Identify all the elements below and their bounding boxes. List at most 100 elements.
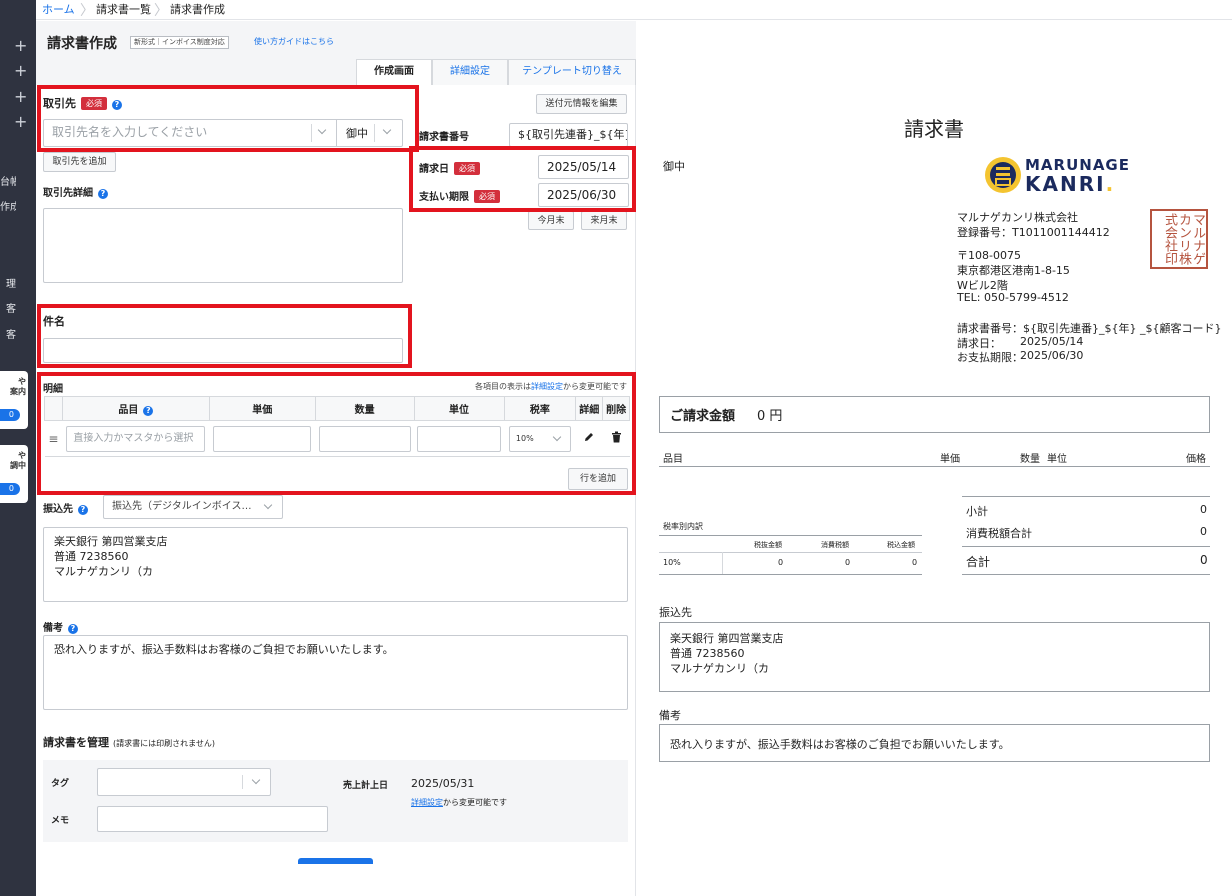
plus-icon[interactable]: + xyxy=(14,89,27,105)
sidebar-card[interactable]: や 調中 0 xyxy=(0,445,28,503)
sidebar-item-client[interactable]: 客 xyxy=(0,300,16,315)
sidebar-card-badge: 0 xyxy=(0,409,20,421)
help-icon[interactable]: ? xyxy=(112,100,122,110)
manage-label: 請求書を管理 (請求書には印刷されません) xyxy=(43,736,216,749)
guide-link[interactable]: 使い方ガイドはこちら xyxy=(254,36,334,47)
pencil-icon[interactable] xyxy=(575,420,603,457)
registration-number: 登録番号：T1011001144412 xyxy=(957,226,1110,239)
column-header-price: 単価 xyxy=(208,396,316,421)
preview-bank-box: 楽天銀行 第四営業支店 普通 7238560 マルナゲカンリ（カ xyxy=(659,622,1210,692)
tax-total-label: 消費税額合計 xyxy=(966,527,1032,540)
edit-panel: 請求書作成 新形式｜インボイス制度対応 使い方ガイドはこちら 作成画面 詳細設定… xyxy=(36,21,636,896)
sidebar-item-create[interactable]: 作成 xyxy=(0,198,16,213)
help-icon[interactable]: ? xyxy=(68,624,78,634)
breadcrumb-home[interactable]: ホーム xyxy=(42,1,75,17)
divider xyxy=(962,496,1210,497)
invoice-form: 取引先 必須? 取引先名を入力してください 御中 取引先を追加 送付元情報を編集 … xyxy=(36,85,636,896)
column-header-item: 品目? xyxy=(61,396,210,421)
add-client-button[interactable]: 取引先を追加 xyxy=(43,152,116,172)
column-header-qty: 数量 xyxy=(314,396,415,421)
unit-price-input[interactable] xyxy=(213,425,312,452)
divider xyxy=(962,546,1210,547)
tax-total-value: 0 xyxy=(1200,525,1207,538)
honorific-select[interactable]: 御中 xyxy=(346,125,368,141)
memo-input[interactable] xyxy=(97,806,328,832)
plus-icon[interactable]: + xyxy=(14,38,27,54)
postal-code: 〒108-0075 xyxy=(957,249,1021,262)
due-date-label: 支払い期限 必須 xyxy=(419,188,500,203)
plus-icon[interactable]: + xyxy=(14,114,27,130)
help-icon[interactable]: ? xyxy=(98,189,108,199)
edit-sender-button[interactable]: 送付元情報を編集 xyxy=(536,94,627,114)
sidebar-item-client2[interactable]: 客 xyxy=(0,326,16,341)
required-badge: 必須 xyxy=(81,97,107,110)
subtotal-label: 小計 xyxy=(966,505,988,518)
preview-col-unit: 単位 xyxy=(1047,454,1067,465)
required-badge: 必須 xyxy=(454,162,480,175)
help-icon[interactable]: ? xyxy=(143,406,154,416)
divider xyxy=(962,574,1210,575)
preview-due-label: お支払期限： xyxy=(957,351,1023,364)
breadcrumb: ホーム 〉 請求書一覧 〉 請求書作成 xyxy=(36,0,1232,20)
detail-settings-link[interactable]: 詳細設定 xyxy=(531,382,563,391)
help-icon[interactable]: ? xyxy=(78,505,88,515)
tax-value-tax: 0 xyxy=(845,558,851,567)
add-row-button[interactable]: 行を追加 xyxy=(568,468,628,490)
tab-create[interactable]: 作成画面 xyxy=(356,59,432,86)
sidebar-item-ledger[interactable]: 台帳 xyxy=(0,173,16,188)
sidebar-card-badge: 0 xyxy=(0,483,20,495)
preview-notes-label: 備考 xyxy=(659,709,681,722)
trash-icon[interactable] xyxy=(602,420,630,457)
tax-rate-select[interactable]: 10% xyxy=(508,425,571,452)
item-input[interactable]: 直接入力かマスタから選択 xyxy=(66,425,206,452)
sidebar: + + + + 台帳 作成 理 客 客 や 案内 0 や 調中 0 xyxy=(0,0,36,896)
sidebar-card[interactable]: や 案内 0 xyxy=(0,371,28,429)
breadcrumb-list[interactable]: 請求書一覧 xyxy=(96,1,151,17)
total-value: 0 xyxy=(1200,553,1208,567)
preview-col-qty: 数量 xyxy=(1020,454,1040,465)
page-title: 請求書作成 xyxy=(47,36,117,52)
invoice-number-input[interactable]: ${取引先連番}_${年} xyxy=(509,123,628,147)
telephone: TEL: 050-5799-4512 xyxy=(957,291,1069,304)
save-button[interactable] xyxy=(298,858,373,864)
detail-settings-link[interactable]: 詳細設定 xyxy=(411,798,443,807)
details-label: 明細 xyxy=(43,384,63,395)
unit-input[interactable] xyxy=(417,425,502,452)
tax-rate: 10% xyxy=(663,558,681,567)
tag-select[interactable] xyxy=(97,768,271,796)
column-header-delete: 削除 xyxy=(602,396,630,421)
client-detail-textarea[interactable] xyxy=(43,208,403,283)
plus-icon[interactable]: + xyxy=(14,63,27,79)
bank-textarea[interactable]: 楽天銀行 第四営業支店 普通 7238560 マルナゲカンリ（カ xyxy=(43,527,628,602)
subject-label: 件名 xyxy=(43,315,65,328)
divider xyxy=(659,535,922,536)
divider xyxy=(659,574,922,575)
preview-due-value: 2025/06/30 xyxy=(1020,349,1084,362)
column-header-detail: 詳細 xyxy=(575,396,604,421)
table-row: ≡ 直接入力かマスタから選択 10% xyxy=(44,420,630,457)
this-month-end-button[interactable]: 今月末 xyxy=(528,211,574,230)
details-table: 品目? 単価 数量 単位 税率 詳細 削除 ≡ 直接入力かマスタから選択 10% xyxy=(44,396,630,457)
subtotal-value: 0 xyxy=(1200,503,1207,516)
format-badge: 新形式｜インボイス制度対応 xyxy=(130,36,229,49)
address-line1: 東京都港区港南1-8-15 xyxy=(957,264,1070,277)
due-date-input[interactable]: 2025/06/30 xyxy=(538,183,629,207)
sidebar-item-manage[interactable]: 理 xyxy=(0,275,16,290)
preview-col-price: 単価 xyxy=(940,454,960,465)
invoice-number-label: 請求書番号 xyxy=(419,132,469,143)
subject-input[interactable] xyxy=(43,338,403,363)
quantity-input[interactable] xyxy=(318,425,411,452)
tab-detail-settings[interactable]: 詳細設定 xyxy=(432,59,508,85)
bank-select[interactable]: 振込先（デジタルインボイス… xyxy=(103,495,283,519)
tab-template-switch[interactable]: テンプレート切り替え xyxy=(508,59,636,85)
divider xyxy=(311,124,312,142)
preview-title: 請求書 xyxy=(904,117,964,141)
drag-handle-icon[interactable]: ≡ xyxy=(44,420,63,457)
notes-textarea[interactable]: 恐れ入りますが、振込手数料はお客様のご負担でお願いいたします。 xyxy=(43,635,628,710)
divider xyxy=(659,466,1210,467)
next-month-end-button[interactable]: 来月末 xyxy=(581,211,627,230)
invoice-date-input[interactable]: 2025/05/14 xyxy=(538,155,629,179)
client-label: 取引先 必須? xyxy=(43,95,122,111)
sidebar-card-text: や 案内 xyxy=(10,377,26,396)
tax-value-incl: 0 xyxy=(912,558,918,567)
